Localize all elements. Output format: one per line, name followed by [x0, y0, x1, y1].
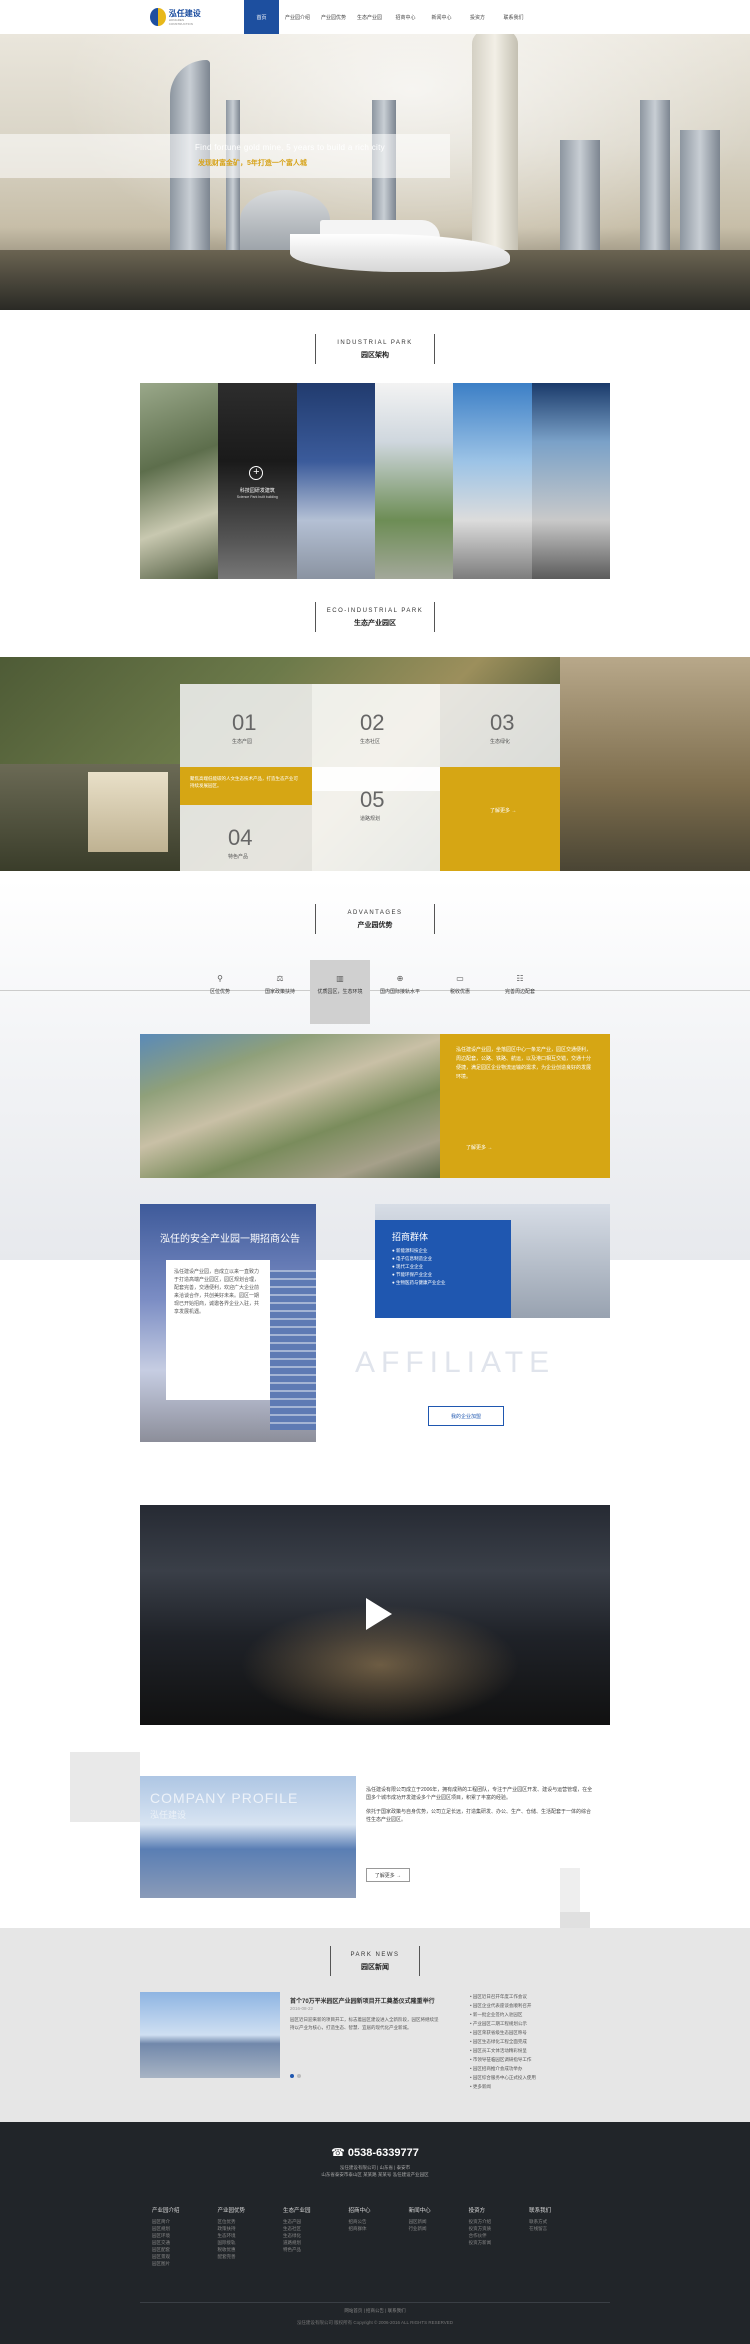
copyright: 泓任建设有限公司 版权所有 Copyright © 2006-2016 ALL …: [296, 2320, 454, 2325]
nav-item-investors[interactable]: 投资方: [460, 0, 495, 34]
gallery-item[interactable]: [453, 383, 532, 579]
list-item[interactable]: • 园区综合服务中心正式投入使用: [470, 2073, 536, 2082]
profile-image-subtitle: 泓任建设: [150, 1810, 187, 1820]
gallery-item-featured[interactable]: + 科技园研发建筑 Science Park built building: [218, 383, 297, 579]
logo[interactable]: 泓任建设 HONGREN CONSTRUCTION: [150, 6, 204, 28]
wallet-icon: ▭: [456, 974, 464, 983]
news-date: 2016-08-22: [290, 2006, 314, 2011]
tab-international[interactable]: ⊕ 国内国际接轨水平: [370, 960, 430, 1024]
join-button[interactable]: 我的企业加盟: [428, 1406, 504, 1426]
affiliate-watermark: AFFILIATE: [355, 1346, 556, 1379]
nav-item-news[interactable]: 新闻中心: [424, 0, 459, 34]
news-image[interactable]: [140, 1992, 280, 2078]
site-header: 泓任建设 HONGREN CONSTRUCTION 首页 产业园介绍 产业园优势…: [0, 0, 750, 34]
section-title-advantages: ADVANTAGES 产业园优势: [315, 904, 435, 934]
list-item[interactable]: • 园区招商推介会成功举办: [470, 2064, 536, 2073]
building-image: [270, 1270, 316, 1430]
list-item[interactable]: • 园区员工文体活动精彩纷呈: [470, 2046, 536, 2055]
nav-item-park-advantages[interactable]: 产业园优势: [316, 0, 351, 34]
list-item[interactable]: • 市领导莅临园区调研指导工作: [470, 2055, 536, 2064]
eco-more-card[interactable]: 了解更多 →: [440, 767, 560, 871]
nav-item-home[interactable]: 首页: [244, 0, 279, 34]
tab-policy[interactable]: ⚖ 国家政策扶持: [250, 960, 310, 1024]
company-profile-text: 泓任建设有限公司成立于2006年，拥有成熟的工程团队，专注于产业园区开发、建设与…: [366, 1787, 593, 1823]
globe-icon: ⊕: [396, 974, 404, 983]
investment-notice-text: 泓任建设产业园，自成立以来一直致力于打造高端产业园区，园区规划合理，配套完善，交…: [166, 1260, 270, 1400]
footer-columns: 产业园介绍 园区简介 园区规划 园区环境 园区交通 园区配套 园区景观 园区图片 产业园优势…: [152, 2206, 551, 2267]
list-item[interactable]: • 园区生态绿化工程全面完成: [470, 2037, 536, 2046]
gallery-item[interactable]: [531, 383, 610, 579]
tab-facilities[interactable]: ☷ 完善周边配套: [490, 960, 550, 1024]
footer-address: 泓任建设有限公司 | 山东省 | 泰安市 山东省泰安市泰山区 某某路 某某号 泓…: [321, 2165, 429, 2177]
tab-location[interactable]: ⚲ 区位优势: [190, 960, 250, 1024]
gallery-item[interactable]: [296, 383, 375, 579]
news-pager: [290, 2074, 301, 2078]
footer-col: 生态产业园 生态产园 生态社区 生态绿化 道路规划 特色产品: [283, 2208, 311, 2252]
advantage-more-link[interactable]: 了解更多 →: [466, 1144, 492, 1151]
profile-more-button[interactable]: 了解更多 →: [366, 1868, 410, 1882]
section-title-eco: ECO-INDUSTRIAL PARK 生态产业园区: [315, 602, 435, 632]
tab-tax[interactable]: ▭ 税收优惠: [430, 960, 490, 1024]
building-icon: ▥: [336, 974, 344, 983]
footer-col: 招商中心 招商公告 招商群体: [348, 2208, 371, 2231]
investment-notice-title[interactable]: 泓任的安全产业园一期招商公告: [160, 1230, 300, 1245]
footer-col: 产业园介绍 园区简介 园区规划 园区环境 园区交通 园区配套 园区景观 园区图片: [152, 2208, 180, 2266]
hotline: ☎ 0538-6339777: [331, 2147, 419, 2159]
nav-item-contact[interactable]: 联系我们: [496, 0, 531, 34]
logo-text: 泓任建设: [168, 8, 201, 18]
news-headline[interactable]: 首个70万平米园区产业园新项目开工奠基仪式隆重举行: [290, 1996, 435, 2005]
investment-groups-title: 招商群体: [392, 1232, 429, 1242]
list-item[interactable]: • 新一批企业签约入驻园区: [470, 2010, 536, 2019]
section-title-industrial: INDUSTRIAL PARK 园区架构: [315, 334, 435, 364]
footer-links[interactable]: 网站首页 | 招商公告 | 联系我们: [0, 2308, 750, 2314]
tab-environment[interactable]: ▥ 优质园区，生态环境: [310, 960, 370, 1024]
nav-item-eco-park[interactable]: 生态产业园: [352, 0, 387, 34]
list-item[interactable]: • 产业园区二期工程规划公示: [470, 2019, 536, 2028]
main-nav: 首页 产业园介绍 产业园优势 生态产业园 招商中心 新闻中心 投资方 联系我们: [244, 0, 532, 34]
list-item[interactable]: • 园区近日召开年度工作会议: [470, 1992, 536, 2001]
list-item[interactable]: • 园区荣获省级生态园区称号: [470, 2028, 536, 2037]
location-icon: ⚲: [217, 974, 223, 983]
eco-cell-05[interactable]: 05 道路规划: [312, 767, 440, 871]
grid-icon: ☷: [516, 974, 524, 983]
pager-dot[interactable]: [290, 2074, 294, 2078]
gallery-subcaption: Science Park built building: [236, 495, 278, 499]
section-title-news: PARK NEWS 园区新闻: [330, 1946, 420, 1976]
nav-item-park-intro[interactable]: 产业园介绍: [280, 0, 315, 34]
news-list: • 园区近日召开年度工作会议 • 园区企业代表座谈会顺利召开 • 新一批企业签约…: [470, 1992, 536, 2091]
footer-col: 新闻中心 园区新闻 行业新闻: [408, 2208, 431, 2231]
industrial-gallery: + 科技园研发建筑 Science Park built building: [140, 383, 610, 579]
footer-col: 投资方 投资方介绍 投资方资质 合作伙伴 投资方新闻: [468, 2208, 492, 2245]
news-summary: 园区近日迎来新的项目开工，标志着园区建设进入全新阶段，园区将继续坚持以产业为核心…: [290, 2017, 439, 2030]
nav-item-investment[interactable]: 招商中心: [388, 0, 423, 34]
gallery-caption: 科技园研发建筑: [239, 488, 275, 494]
gallery-item[interactable]: [140, 383, 219, 579]
advantages-tabs: ⚲ 区位优势 ⚖ 国家政策扶持 ▥ 优质园区，生态环境 ⊕ 国内国际接轨水平 ▭ 税收优惠…: [190, 960, 570, 1024]
hero-english-slogan: Find fortune gold mine, 5 years to build…: [195, 143, 385, 152]
hero-chinese-slogan: 发现财富金矿，5年打造一个富人城: [198, 160, 307, 167]
advantage-card: 泓任建设产业园，坐落园区中心一条龙产业，园区交通便利，周边配套，公路、铁路、航运…: [440, 1034, 610, 1178]
footer-col: 联系我们 联系方式 在线留言: [529, 2208, 552, 2231]
logo-mark-icon: [150, 8, 166, 26]
plus-icon[interactable]: +: [249, 466, 264, 480]
investment-groups-list: ● 新能源科技企业 ● 电子信息制造企业 ● 现代工业企业 ● 节能环保产业企业…: [392, 1248, 446, 1285]
gallery-item[interactable]: [374, 383, 454, 579]
list-item[interactable]: • 更多新闻: [470, 2082, 536, 2091]
gavel-icon: ⚖: [276, 974, 284, 983]
eco-yellow-card[interactable]: 聚焦高端低能碳的人文生态技术产品，打造生态产业可持续发展园区。: [180, 767, 312, 805]
logo-subtext: HONGREN CONSTRUCTION: [168, 17, 193, 26]
profile-image-title: COMPANY PROFILE: [150, 1790, 299, 1806]
footer-col: 产业园优势 区位优势 政策扶持 生态环境 国际接轨 税收优惠 配套完善: [217, 2208, 246, 2259]
play-icon[interactable]: [366, 1598, 392, 1630]
list-item[interactable]: • 园区企业代表座谈会顺利召开: [470, 2001, 536, 2010]
aerial-view-image: [140, 1034, 440, 1178]
eco-cell-04[interactable]: 04 特色产品: [180, 805, 312, 871]
pager-dot[interactable]: [297, 2074, 301, 2078]
hero-banner: Find fortune gold mine, 5 years to build…: [0, 34, 750, 310]
